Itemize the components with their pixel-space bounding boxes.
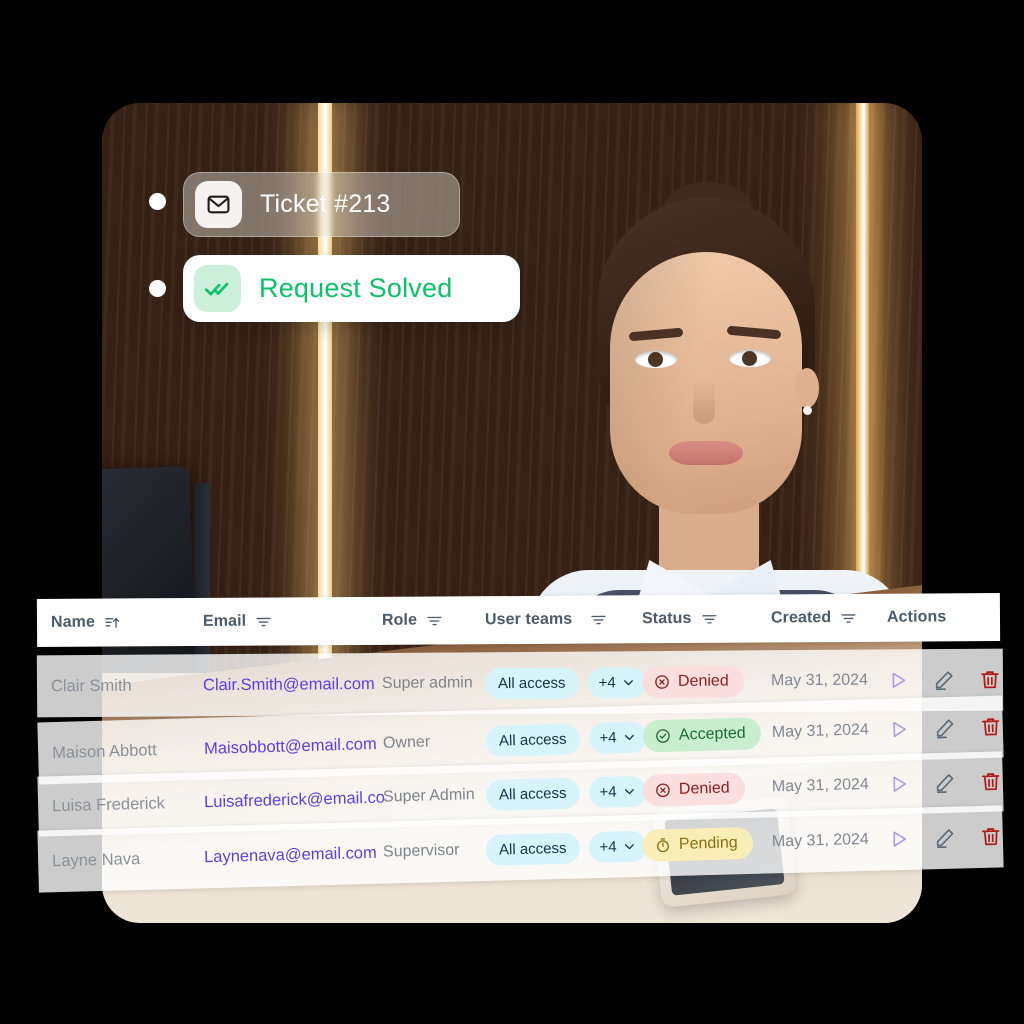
play-triangle-icon[interactable]	[888, 828, 911, 851]
trash-icon[interactable]	[980, 770, 1003, 793]
table-header-row: Name Email Role User teams Status Create…	[36, 593, 1001, 647]
column-header-created[interactable]: Created	[771, 609, 891, 628]
check-circle-icon	[656, 729, 670, 743]
team-more-chip[interactable]: +4	[588, 830, 648, 863]
x-circle-icon	[655, 675, 669, 689]
team-chip[interactable]: All access	[485, 776, 580, 811]
team-more-chip[interactable]: +4	[588, 775, 648, 808]
cell-role: Super admin	[381, 674, 473, 692]
pencil-icon[interactable]	[934, 827, 957, 850]
status-badge: Denied	[641, 665, 744, 699]
timer-icon	[656, 838, 669, 853]
pencil-icon[interactable]	[933, 669, 955, 691]
chevron-down-icon	[624, 734, 634, 740]
cell-status: Pending	[642, 826, 794, 862]
cell-name: Maison Abbott	[51, 740, 157, 762]
cell-actions	[887, 669, 1002, 692]
cell-created: May 31, 2024	[770, 671, 869, 690]
cell-created: May 31, 2024	[771, 721, 870, 741]
cell-email[interactable]: Luisafrederick@email.cor	[204, 788, 384, 812]
status-badge: Accepted	[642, 717, 762, 753]
cell-status: Denied	[641, 665, 792, 699]
play-triangle-icon[interactable]	[888, 718, 911, 741]
filter-icon[interactable]	[426, 612, 443, 629]
pencil-icon[interactable]	[934, 717, 957, 740]
column-header-status[interactable]: Status	[642, 609, 792, 628]
pencil-icon[interactable]	[934, 772, 957, 795]
screenshot-stage: Ticket #213 Request Solved Name Email Ro…	[0, 0, 1024, 1024]
cell-email[interactable]: Maisobbott@email.com	[204, 734, 384, 758]
cell-name: Clair Smith	[50, 676, 132, 695]
cell-role: Supervisor	[382, 841, 460, 861]
cell-actions	[888, 825, 1004, 850]
column-header-role[interactable]: Role	[382, 611, 482, 630]
play-triangle-icon[interactable]	[888, 773, 911, 796]
filter-icon[interactable]	[590, 611, 607, 628]
cell-name: Luisa Frederick	[51, 793, 166, 815]
cell-status: Accepted	[642, 716, 794, 753]
x-circle-icon	[656, 783, 670, 798]
team-more-chip[interactable]: +4	[587, 666, 646, 699]
cell-status: Denied	[642, 771, 794, 807]
cell-created: May 31, 2024	[771, 830, 870, 851]
cell-email[interactable]: Clair.Smith@email.com	[203, 674, 383, 694]
chevron-down-icon	[623, 679, 633, 685]
status-badge: Denied	[642, 772, 746, 807]
team-chip[interactable]: All access	[484, 667, 579, 699]
team-chip[interactable]: All access	[485, 722, 580, 757]
column-header-actions: Actions	[886, 608, 947, 626]
cell-actions	[888, 770, 1004, 795]
team-more-chip[interactable]: +4	[588, 720, 648, 754]
team-chip[interactable]: All access	[485, 831, 580, 866]
play-triangle-icon[interactable]	[887, 669, 909, 691]
cell-email[interactable]: Laynenava@email.com	[204, 843, 384, 867]
trash-icon[interactable]	[979, 669, 1001, 691]
cell-created: May 31, 2024	[771, 775, 870, 796]
sort-ascending-icon[interactable]	[104, 614, 121, 631]
filter-icon[interactable]	[700, 610, 717, 627]
column-header-email[interactable]: Email	[203, 612, 383, 631]
users-table: Name Email Role User teams Status Create…	[0, 0, 1024, 1024]
cell-name: Layne Nava	[51, 849, 141, 870]
filter-icon[interactable]	[255, 613, 272, 630]
cell-role: Super Admin	[382, 786, 475, 806]
trash-icon[interactable]	[980, 825, 1003, 848]
trash-icon[interactable]	[980, 716, 1003, 739]
column-header-name[interactable]: Name	[51, 613, 201, 632]
filter-icon[interactable]	[840, 609, 857, 626]
chevron-down-icon	[624, 843, 634, 849]
cell-role: Owner	[382, 733, 431, 752]
status-badge: Pending	[642, 826, 754, 862]
cell-actions	[888, 716, 1004, 741]
chevron-down-icon	[624, 788, 634, 794]
